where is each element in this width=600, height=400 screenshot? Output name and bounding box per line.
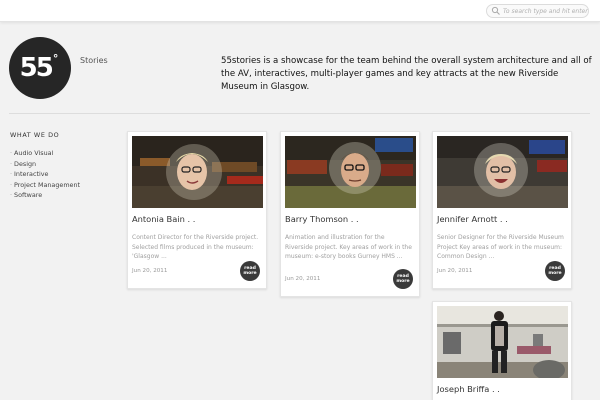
story-thumbnail[interactable] [285, 136, 416, 208]
read-more-button[interactable]: read more [393, 269, 413, 289]
story-title[interactable]: Barry Thomson . . [285, 214, 359, 224]
story-date: Jun 20, 2011 [132, 268, 168, 274]
site-tagline: 55stories is a showcase for the team beh… [221, 56, 592, 93]
search-icon [491, 6, 500, 15]
top-bar [0, 0, 600, 22]
sidebar-category-list: · Audio Visual · Design · Interactive · Proj… [10, 148, 80, 201]
sidebar-item-label: Audio Visual [14, 149, 54, 157]
sidebar-heading: WHAT WE DO [10, 131, 60, 139]
search-box[interactable] [486, 4, 589, 18]
story-thumbnail[interactable] [437, 136, 568, 208]
read-more-button[interactable]: read more [545, 261, 565, 281]
sidebar-item-software[interactable]: · Software [10, 190, 80, 201]
story-excerpt: Animation and illustration for the River… [285, 234, 412, 261]
story-card[interactable]: Barry Thomson . . Animation and illustra… [280, 131, 420, 297]
sidebar-item-interactive[interactable]: · Interactive [10, 169, 80, 180]
read-more-button[interactable]: read more [240, 261, 260, 281]
sidebar-item-label: Software [14, 191, 43, 199]
story-thumbnail[interactable] [437, 306, 568, 378]
sidebar-item-label: Design [14, 159, 37, 168]
story-date: Jun 20, 2011 [437, 268, 473, 274]
story-date: Jun 20, 2011 [285, 276, 321, 282]
story-thumbnail[interactable] [132, 136, 263, 208]
site-name[interactable]: Stories [80, 56, 108, 65]
sidebar-item-label: Interactive [14, 170, 49, 178]
story-title[interactable]: Joseph Briffa . . [437, 384, 500, 394]
story-card[interactable]: Antonia Bain . . Content Director for th… [127, 131, 267, 289]
sidebar-item-audio-visual[interactable]: · Audio Visual [10, 148, 80, 159]
site-logo[interactable]: 55 ° [9, 37, 71, 99]
story-title[interactable]: Antonia Bain . . [132, 214, 195, 224]
story-card[interactable]: Joseph Briffa . . [432, 301, 572, 400]
sidebar-item-design[interactable]: · Design [10, 159, 80, 170]
search-input[interactable] [503, 7, 588, 15]
logo-mark: ° [52, 51, 59, 65]
story-card[interactable]: Jennifer Arnott . . Senior Designer for … [432, 131, 572, 289]
story-excerpt: Content Director for the Riverside proje… [132, 234, 259, 261]
story-title[interactable]: Jennifer Arnott . . [437, 214, 508, 224]
sidebar-item-label: Project Management [14, 180, 81, 189]
header-divider [9, 113, 590, 114]
sidebar-item-project-management[interactable]: · Project Management [10, 180, 80, 191]
logo-text: 55 [19, 53, 54, 83]
story-excerpt: Senior Designer for the Riverside Museum… [437, 234, 564, 261]
